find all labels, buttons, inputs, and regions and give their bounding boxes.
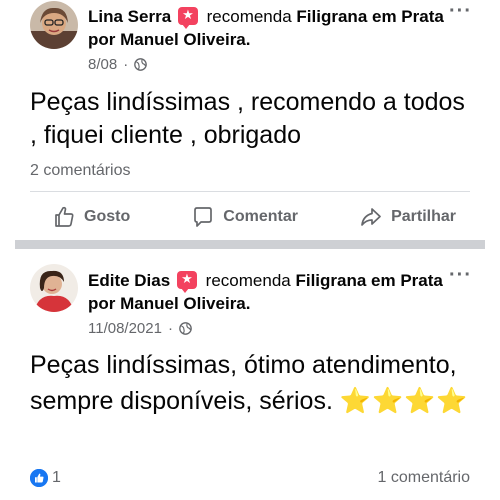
post-date[interactable]: 11/08/2021	[88, 320, 162, 337]
post-text: Peças lindíssimas , recomendo a todos , …	[30, 88, 465, 149]
post-header: Lina Serra recomenda Filigrana em Prata …	[88, 5, 448, 51]
comments-count[interactable]: 1 comentário	[378, 469, 471, 487]
post-actions: Gosto Comentar Partilhar	[30, 202, 470, 232]
share-button[interactable]: Partilhar	[335, 205, 470, 229]
recommend-verb: recomenda	[206, 7, 292, 26]
comment-button[interactable]: Comentar	[167, 205, 322, 229]
meta-separator: ·	[167, 320, 173, 337]
divider	[30, 191, 470, 192]
comment-bubble-icon	[194, 207, 213, 227]
feed-separator	[15, 240, 485, 249]
recommend-star-icon	[177, 6, 198, 29]
author-name[interactable]: Lina Serra	[88, 7, 171, 26]
post-text: Peças lindíssimas, ótimo atendimento, se…	[30, 347, 470, 419]
like-reaction-icon	[30, 469, 48, 487]
avatar[interactable]	[30, 1, 78, 49]
more-options-icon[interactable]: ···	[449, 265, 472, 285]
author-name[interactable]: Edite Dias	[88, 271, 170, 290]
comment-label: Comentar	[223, 208, 298, 225]
post-lina-serra: Lina Serra recomenda Filigrana em Prata …	[0, 0, 500, 236]
share-arrow-icon	[361, 208, 381, 226]
globe-icon	[179, 322, 192, 335]
comments-count[interactable]: 2 comentários	[30, 162, 131, 180]
share-label: Partilhar	[391, 208, 456, 225]
recommend-verb: recomenda	[205, 271, 291, 290]
recommend-star-icon	[176, 270, 197, 293]
avatar[interactable]	[30, 264, 78, 312]
like-button[interactable]: Gosto	[30, 205, 154, 229]
post-edite-dias: Edite Dias recomenda Filigrana em Prata …	[0, 250, 500, 500]
thumbs-up-icon	[55, 206, 74, 227]
star-emoji-rating: ⭐⭐⭐⭐	[339, 387, 469, 415]
post-header: Edite Dias recomenda Filigrana em Prata …	[88, 269, 448, 315]
like-label: Gosto	[84, 208, 131, 225]
post-date[interactable]: 8/08	[88, 56, 117, 73]
reactions-count: 1	[52, 469, 61, 486]
meta-separator: ·	[123, 56, 129, 73]
more-options-icon[interactable]: ···	[449, 1, 472, 21]
globe-icon	[134, 58, 148, 71]
post-meta: 11/08/2021 ·	[88, 320, 192, 337]
post-meta: 8/08 ·	[88, 56, 148, 73]
reactions-summary[interactable]: 1	[30, 469, 61, 487]
